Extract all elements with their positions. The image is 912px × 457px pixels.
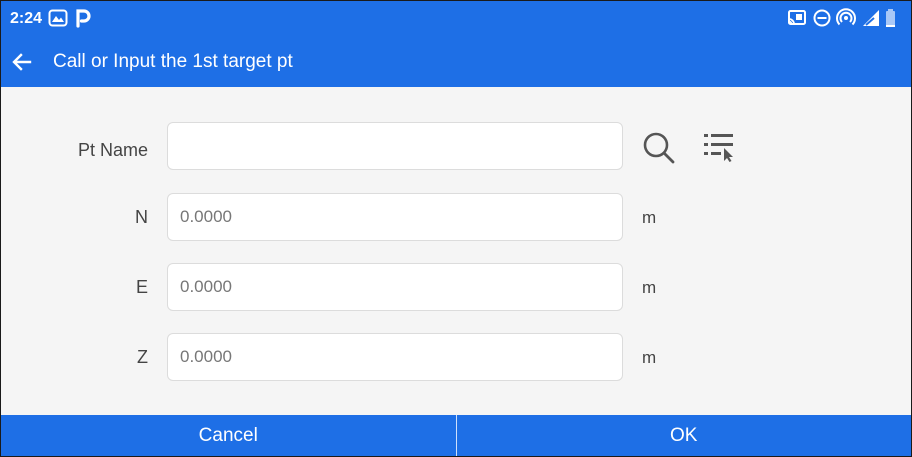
status-time: 2:24 [10, 10, 43, 27]
e-unit: m [642, 278, 657, 297]
do-not-disturb-icon [812, 8, 832, 28]
battery-icon [884, 8, 898, 28]
point-list-icon[interactable] [702, 131, 738, 168]
z-label: Z [137, 347, 148, 367]
signal-icon [861, 8, 881, 28]
e-label: E [135, 277, 148, 297]
cast-icon [787, 8, 807, 28]
n-coordinate-field[interactable] [167, 193, 623, 241]
pt-name-label: Pt Name [77, 140, 148, 160]
form-area: Pt Name N m E m Z m [1, 87, 911, 415]
hotspot-icon [836, 8, 856, 28]
ok-button[interactable]: OK [457, 415, 912, 456]
bottom-action-bar: Cancel OK [1, 415, 911, 456]
n-unit: m [642, 208, 657, 227]
parking-app-icon [75, 8, 91, 28]
status-bar: 2:24 [1, 1, 911, 37]
pt-name-field[interactable] [167, 122, 623, 170]
e-coordinate-field[interactable] [167, 263, 623, 311]
cancel-button[interactable]: Cancel [1, 415, 456, 456]
z-unit: m [642, 348, 657, 367]
search-icon[interactable] [642, 131, 676, 170]
page-title: Call or Input the 1st target pt [53, 51, 293, 72]
app-bar: Call or Input the 1st target pt [1, 37, 911, 87]
z-coordinate-field[interactable] [167, 333, 623, 381]
app-screen: 2:24 Call or Input the 1st target pt Pt … [0, 0, 912, 457]
back-arrow-icon[interactable] [8, 48, 36, 76]
gallery-app-icon [48, 8, 68, 28]
n-label: N [135, 207, 148, 227]
